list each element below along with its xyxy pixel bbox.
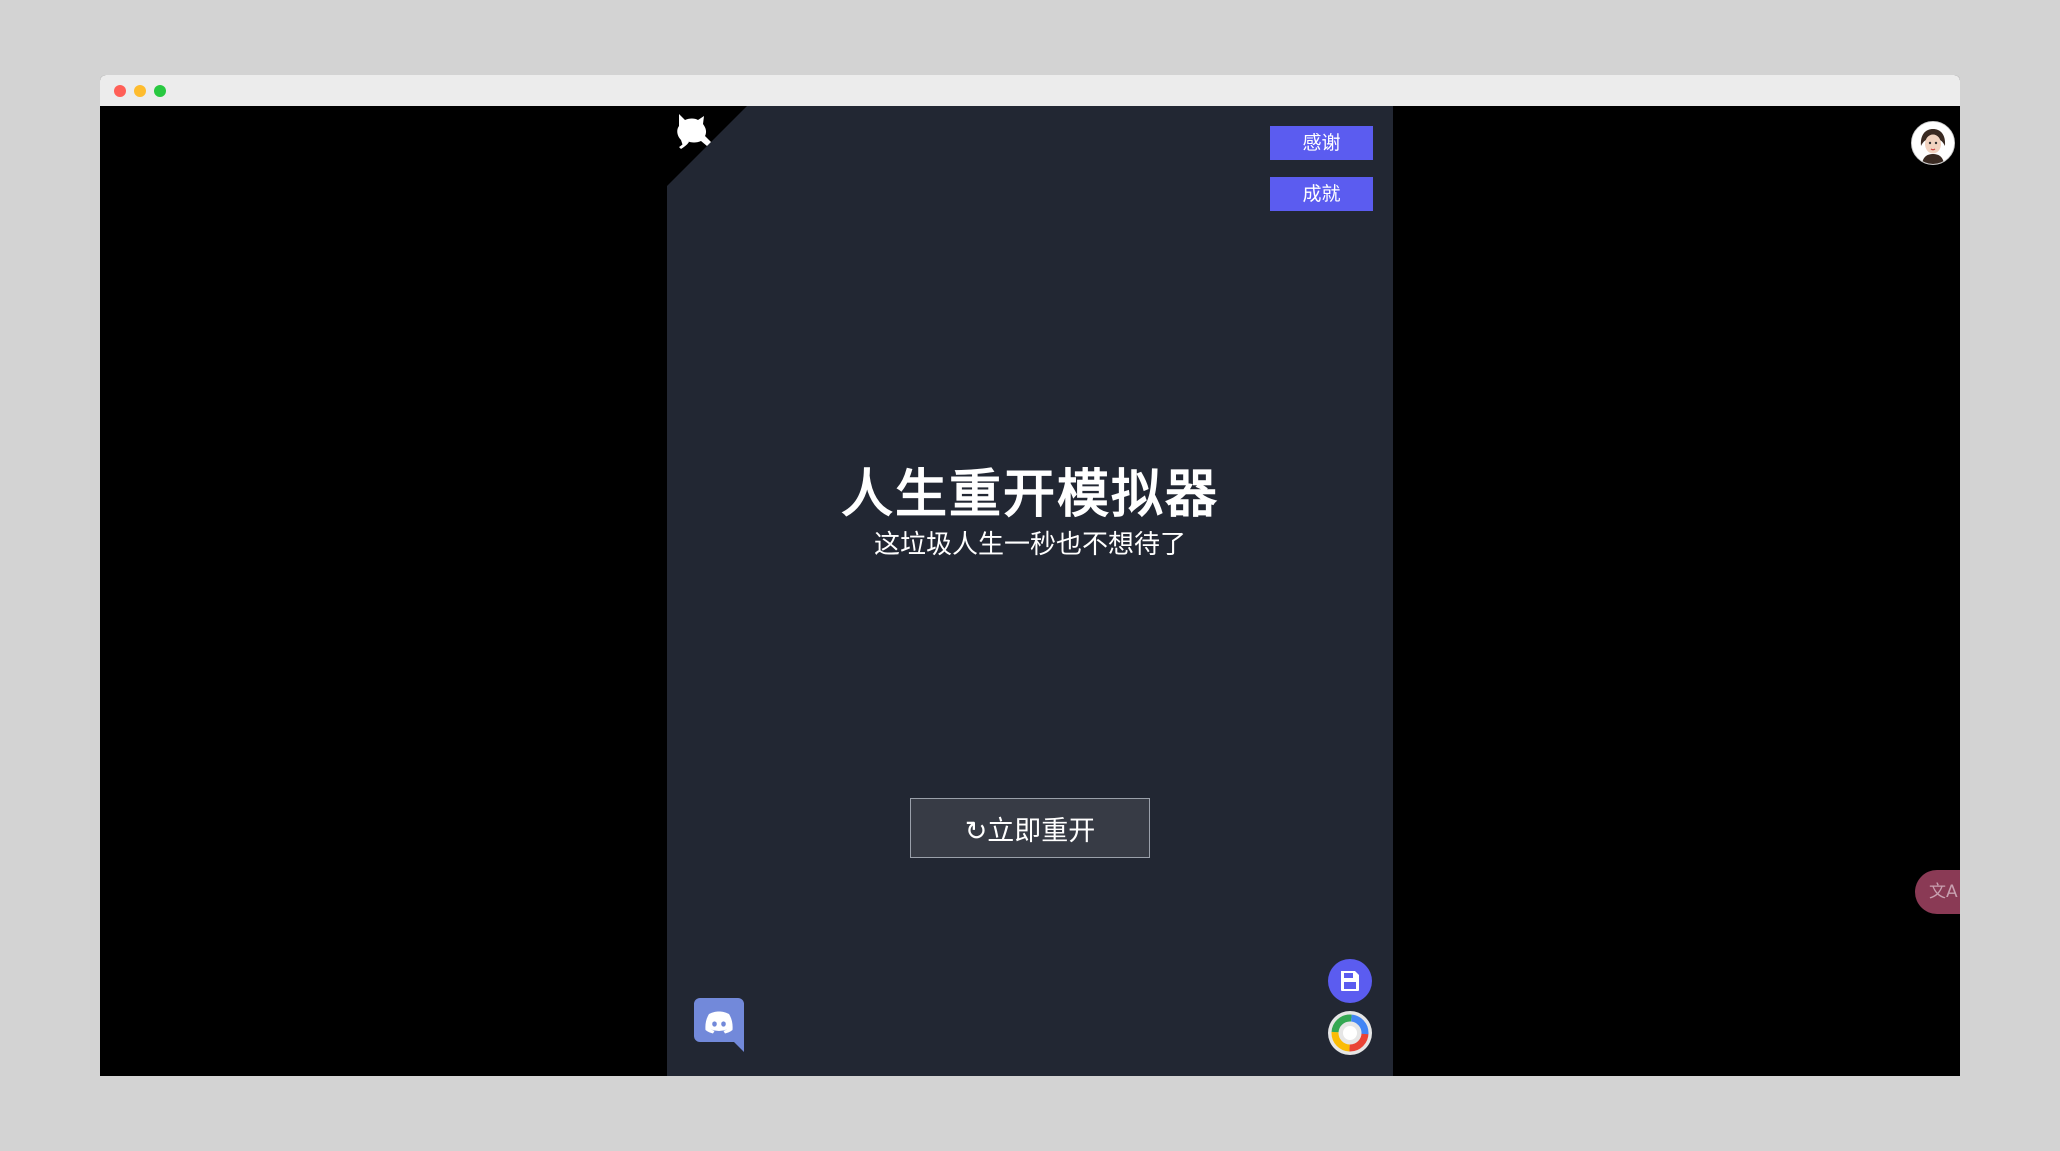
theme-color-icon xyxy=(1331,1014,1369,1052)
page-viewport: 感谢 成就 人生重开模拟器 这垃圾人生一秒也不想待了 ↻立即重开 文A xyxy=(100,106,1960,1076)
discord-button[interactable] xyxy=(694,998,744,1052)
browser-window: 感谢 成就 人生重开模拟器 这垃圾人生一秒也不想待了 ↻立即重开 文A xyxy=(100,75,1960,1076)
close-window-button[interactable] xyxy=(114,85,126,97)
github-octocat-icon xyxy=(677,114,713,149)
theme-toggle-button[interactable] xyxy=(1328,1011,1372,1055)
translate-button[interactable]: 文A xyxy=(1915,870,1960,914)
achievements-button[interactable]: 成就 xyxy=(1270,177,1373,211)
minimize-window-button[interactable] xyxy=(134,85,146,97)
thanks-button[interactable]: 感谢 xyxy=(1270,126,1373,160)
game-panel: 感谢 成就 人生重开模拟器 这垃圾人生一秒也不想待了 ↻立即重开 xyxy=(667,106,1393,1076)
page-title: 人生重开模拟器 xyxy=(840,465,1219,525)
save-icon xyxy=(1341,971,1359,991)
user-avatar-icon xyxy=(1912,122,1954,164)
user-avatar[interactable] xyxy=(1911,121,1955,165)
restart-button[interactable]: ↻立即重开 xyxy=(910,798,1150,858)
page-subtitle: 这垃圾人生一秒也不想待了 xyxy=(873,530,1186,560)
discord-icon xyxy=(694,998,744,1052)
github-corner[interactable] xyxy=(667,106,747,186)
window-titlebar xyxy=(100,75,1960,106)
save-button[interactable] xyxy=(1328,959,1372,1003)
maximize-window-button[interactable] xyxy=(154,85,166,97)
